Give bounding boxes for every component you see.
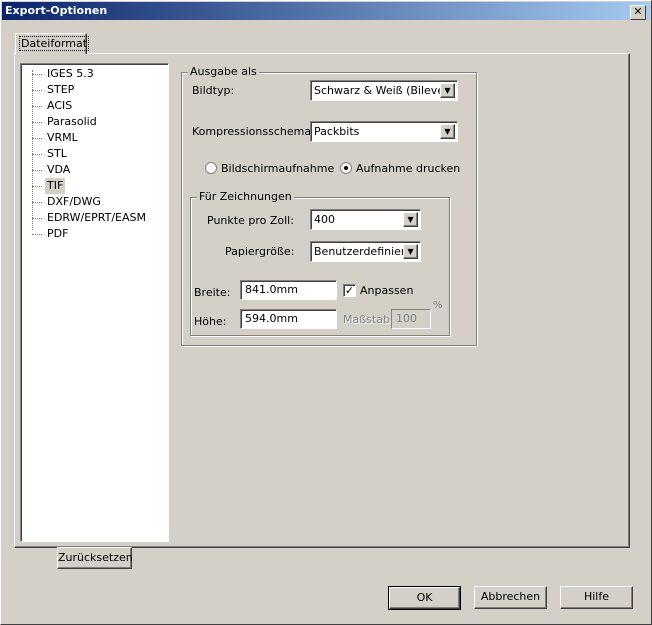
- paper-size-value: Benutzerdefiniert: [314, 245, 410, 258]
- ok-button[interactable]: OK: [388, 586, 461, 610]
- paper-size-select[interactable]: Benutzerdefiniert ▼: [310, 241, 421, 262]
- radio-print-capture[interactable]: [340, 162, 352, 174]
- tree-connector: [32, 202, 42, 203]
- tree-connector: [32, 170, 42, 171]
- scale-label: Maßstab:: [343, 313, 394, 326]
- tree-connector: [32, 154, 42, 155]
- fit-label[interactable]: Anpassen: [360, 284, 413, 297]
- format-item[interactable]: STEP: [45, 82, 76, 98]
- tree-connector: [32, 138, 42, 139]
- scale-input: 100: [391, 309, 431, 329]
- tree-connector: [32, 218, 42, 219]
- tree-connector: [32, 122, 42, 123]
- tree-connector: [32, 74, 42, 75]
- format-item[interactable]: EDRW/EPRT/EASM: [45, 210, 148, 226]
- chevron-down-icon[interactable]: ▼: [440, 83, 455, 98]
- tree-line: [32, 70, 33, 230]
- cancel-button[interactable]: Abbrechen: [474, 586, 547, 609]
- chevron-down-icon[interactable]: ▼: [440, 124, 455, 139]
- paper-size-label: Papiergröße:: [225, 245, 295, 258]
- reset-button[interactable]: Zurücksetzen: [57, 547, 133, 569]
- format-item[interactable]: PDF: [45, 226, 70, 242]
- format-item[interactable]: IGES 5.3: [45, 66, 96, 82]
- format-tree[interactable]: IGES 5.3 STEP ACIS Parasolid VRML STL VDA TIF DX…: [20, 63, 169, 542]
- tree-connector: [32, 234, 42, 235]
- format-item[interactable]: TIF: [45, 178, 66, 194]
- format-item[interactable]: VDA: [45, 162, 72, 178]
- compression-value: Packbits: [314, 125, 360, 138]
- tree-connector: [32, 90, 42, 91]
- format-item[interactable]: ACIS: [45, 98, 74, 114]
- tab-dateiformat[interactable]: Dateiformat: [15, 33, 90, 54]
- percent-label: %: [433, 300, 443, 311]
- radio-screen-label[interactable]: Bildschirmaufnahme: [221, 162, 334, 175]
- format-item[interactable]: DXF/DWG: [45, 194, 103, 210]
- dialog-title: Export-Optionen: [5, 4, 108, 17]
- height-label: Höhe:: [194, 315, 227, 328]
- height-input[interactable]: 594.0mm: [240, 309, 337, 329]
- chevron-down-icon[interactable]: ▼: [403, 212, 418, 227]
- compression-label: Kompressionsschema:: [192, 125, 315, 138]
- fit-checkbox[interactable]: ✓: [343, 284, 356, 297]
- width-input[interactable]: 841.0mm: [240, 280, 337, 300]
- output-group-label: Ausgabe als: [188, 65, 259, 78]
- radio-screen-capture[interactable]: [205, 162, 217, 174]
- title-bar[interactable]: Export-Optionen ✕: [2, 2, 650, 20]
- tree-connector: [32, 186, 42, 187]
- image-type-label: Bildtyp:: [192, 84, 235, 97]
- chevron-down-icon[interactable]: ▼: [403, 244, 418, 259]
- tree-connector: [32, 106, 42, 107]
- format-item[interactable]: VRML: [45, 130, 80, 146]
- radio-print-label[interactable]: Aufnahme drucken: [356, 162, 460, 175]
- dpi-select[interactable]: 400 ▼: [310, 209, 421, 230]
- image-type-value: Schwarz & Weiß (Bilevel): [314, 84, 452, 97]
- tab-label: Dateiformat: [18, 36, 90, 51]
- format-item[interactable]: Parasolid: [45, 114, 99, 130]
- close-button[interactable]: ✕: [630, 5, 646, 20]
- dpi-value: 400: [314, 213, 335, 226]
- radio-selected-dot: [344, 166, 348, 170]
- dpi-label: Punkte pro Zoll:: [207, 214, 294, 227]
- format-item[interactable]: STL: [45, 146, 69, 162]
- compression-select[interactable]: Packbits ▼: [310, 121, 458, 142]
- width-label: Breite:: [194, 286, 231, 299]
- drawings-group-label: Für Zeichnungen: [197, 190, 294, 203]
- help-button[interactable]: Hilfe: [560, 586, 633, 609]
- image-type-select[interactable]: Schwarz & Weiß (Bilevel) ▼: [310, 80, 458, 101]
